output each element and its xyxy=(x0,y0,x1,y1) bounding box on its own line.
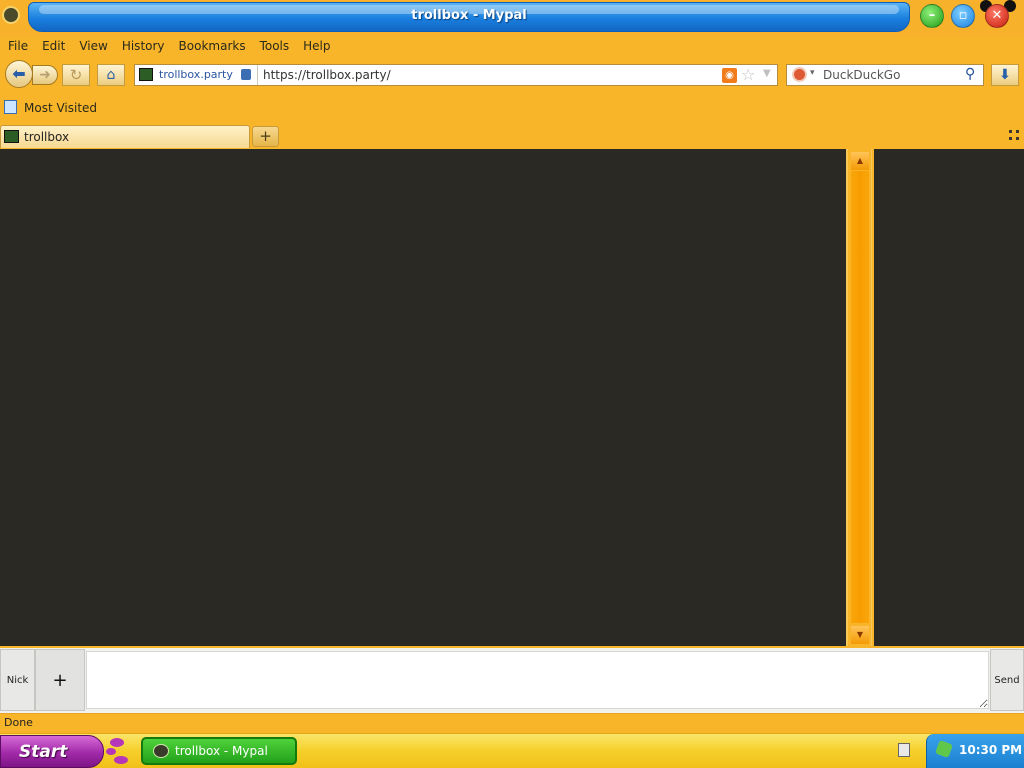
tab-label: trollbox xyxy=(24,130,70,144)
nick-button[interactable]: Nick xyxy=(0,649,35,711)
site-identity[interactable]: trollbox.party xyxy=(135,65,258,85)
maximize-button[interactable]: ▫ xyxy=(951,4,975,28)
engine-dropdown-icon[interactable]: ▾ xyxy=(810,68,815,78)
close-button[interactable]: ✕ xyxy=(985,4,1009,28)
chat-messages-area xyxy=(0,149,846,646)
message-input[interactable] xyxy=(86,651,989,709)
search-engine-icon[interactable] xyxy=(792,67,807,82)
search-input[interactable]: DuckDuckGo xyxy=(823,68,900,82)
taskbar: Start trollbox - Mypal 10:30 PM xyxy=(0,733,1024,768)
menu-help[interactable]: Help xyxy=(295,37,336,57)
back-button[interactable]: ⬅ xyxy=(5,60,33,88)
network-tray-icon[interactable] xyxy=(935,740,953,758)
most-visited-icon xyxy=(4,100,17,114)
menu-bookmarks[interactable]: Bookmarks xyxy=(171,37,252,57)
bookmark-star-icon[interactable]: ☆ xyxy=(741,65,755,84)
start-button[interactable]: Start xyxy=(0,735,104,768)
tab-list-icon[interactable] xyxy=(1009,130,1019,140)
menu-bar: File Edit View History Bookmarks Tools H… xyxy=(0,37,337,57)
reload-button[interactable]: ↻ xyxy=(62,64,90,86)
downloads-button[interactable]: ⬇ xyxy=(991,64,1019,86)
tab-trollbox[interactable]: trollbox xyxy=(0,125,250,148)
rss-feed-icon[interactable]: ◉ xyxy=(722,68,737,83)
tab-favicon-icon xyxy=(4,130,19,143)
site-favicon-icon xyxy=(139,68,153,81)
chat-input-row: Nick + Send xyxy=(0,648,1024,713)
menu-edit[interactable]: Edit xyxy=(34,37,71,57)
start-decoration-icon xyxy=(106,738,128,764)
taskbar-window-label: trollbox - Mypal xyxy=(175,744,268,758)
url-bar[interactable]: trollbox.party https://trollbox.party/ ◉… xyxy=(134,64,778,86)
menu-file[interactable]: File xyxy=(0,37,34,57)
menu-view[interactable]: View xyxy=(71,37,113,57)
tray-safely-remove-icon[interactable] xyxy=(898,743,910,757)
home-button[interactable]: ⌂ xyxy=(97,64,125,86)
forward-button[interactable]: ➜ xyxy=(32,65,58,85)
site-identity-label: trollbox.party xyxy=(159,68,233,81)
search-go-icon[interactable]: ⚲ xyxy=(965,66,975,82)
status-text: Done xyxy=(4,716,33,729)
search-bar[interactable]: ▾ DuckDuckGo ⚲ xyxy=(786,64,984,86)
scrollbar-thumb[interactable] xyxy=(851,171,869,623)
app-icon[interactable] xyxy=(2,6,20,24)
url-dropdown-icon[interactable]: ▼ xyxy=(763,68,771,79)
scroll-down-arrow-icon[interactable]: ▼ xyxy=(851,626,869,644)
page-content: ▲ ▼ xyxy=(0,149,1024,648)
users-panel xyxy=(874,149,1024,646)
mypal-app-icon xyxy=(153,744,169,758)
send-button[interactable]: Send xyxy=(990,649,1024,711)
url-text[interactable]: https://trollbox.party/ xyxy=(263,68,391,82)
system-clock[interactable]: 10:30 PM xyxy=(926,734,1024,768)
bookmark-most-visited[interactable]: Most Visited xyxy=(24,101,97,115)
plus-button[interactable]: + xyxy=(35,649,85,711)
navigation-bar: ➜ ⬅ ↻ ⌂ trollbox.party https://trollbox.… xyxy=(0,58,1024,92)
taskbar-window-button[interactable]: trollbox - Mypal xyxy=(141,737,297,765)
chat-scrollbar[interactable]: ▲ ▼ xyxy=(846,149,872,646)
new-tab-button[interactable]: + xyxy=(252,126,279,147)
status-bar: Done xyxy=(0,713,1024,732)
menu-tools[interactable]: Tools xyxy=(252,37,296,57)
menu-history[interactable]: History xyxy=(114,37,171,57)
scroll-up-arrow-icon[interactable]: ▲ xyxy=(851,152,869,170)
lock-icon xyxy=(241,69,251,80)
minimize-button[interactable]: – xyxy=(920,4,944,28)
title-bar: trollbox - Mypal – ▫ ✕ xyxy=(0,0,1024,36)
clock-time: 10:30 PM xyxy=(959,743,1023,757)
window-title: trollbox - Mypal xyxy=(411,8,527,23)
